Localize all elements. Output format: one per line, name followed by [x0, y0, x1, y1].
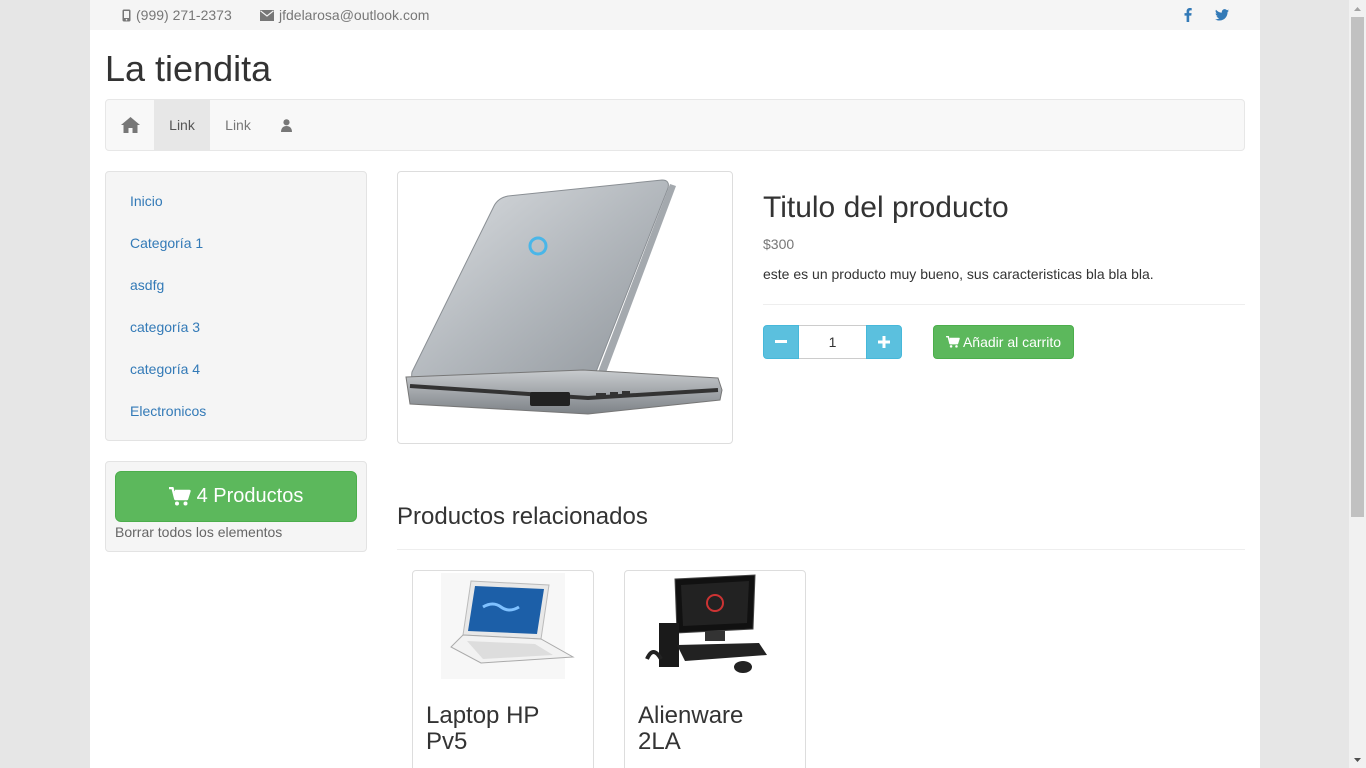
- email-address: jfdelarosa@outlook.com: [279, 7, 430, 23]
- phone-number: (999) 271-2373: [136, 7, 232, 23]
- divider: [397, 549, 1245, 550]
- nav-link-active[interactable]: Link: [154, 100, 210, 150]
- sidebar-item-inicio[interactable]: Inicio: [130, 193, 163, 209]
- sidebar-item-categoria-4[interactable]: categoría 4: [130, 361, 200, 377]
- phone-icon: [122, 9, 131, 21]
- minus-icon: [775, 340, 787, 343]
- scroll-up-arrow-icon[interactable]: [1349, 0, 1366, 17]
- page: (999) 271-2373 jfdelarosa@outlook.com La…: [90, 0, 1260, 768]
- quantity-decrease-button[interactable]: [763, 325, 799, 359]
- facebook-icon[interactable]: [1178, 7, 1198, 23]
- site-brand[interactable]: La tiendita: [105, 49, 271, 89]
- clear-cart-link[interactable]: Borrar todos los elementos: [115, 524, 282, 540]
- email-contact: jfdelarosa@outlook.com: [260, 7, 429, 23]
- related-product-name: Alienware 2LA: [638, 702, 744, 755]
- vertical-scrollbar[interactable]: [1349, 0, 1366, 768]
- add-to-cart-button[interactable]: Añadir al carrito: [933, 325, 1074, 359]
- related-product-card[interactable]: Laptop HP Pv5: [412, 570, 594, 768]
- related-products-title: Productos relacionados: [397, 503, 648, 530]
- cart-button[interactable]: 4 Productos: [115, 471, 357, 522]
- cart-summary: 4 Productos Borrar todos los elementos: [105, 461, 367, 552]
- category-sidebar: Inicio Categoría 1 asdfg categoría 3 cat…: [105, 171, 367, 441]
- user-icon: [280, 118, 292, 132]
- quantity-increase-button[interactable]: [866, 325, 902, 359]
- quantity-input[interactable]: [799, 325, 866, 359]
- phone-contact: (999) 271-2373: [122, 7, 232, 23]
- scrollbar-thumb[interactable]: [1351, 17, 1364, 517]
- sidebar-item-categoria-1[interactable]: Categoría 1: [130, 235, 203, 251]
- scroll-down-arrow-icon[interactable]: [1349, 751, 1366, 768]
- related-product-image: [423, 573, 583, 679]
- add-to-cart-label: Añadir al carrito: [962, 334, 1062, 350]
- product-title: Titulo del producto: [763, 191, 1009, 224]
- divider: [763, 304, 1245, 305]
- nav-home[interactable]: [106, 100, 154, 150]
- home-icon: [120, 117, 140, 133]
- twitter-icon[interactable]: [1212, 7, 1232, 23]
- related-product-name: Laptop HP Pv5: [426, 702, 539, 755]
- sidebar-item-categoria-3[interactable]: categoría 3: [130, 319, 200, 335]
- nav-user[interactable]: [266, 100, 306, 150]
- shopping-cart-icon: [168, 487, 191, 506]
- plus-icon: [878, 336, 890, 348]
- product-price: $300: [763, 236, 795, 252]
- product-image: [397, 171, 733, 444]
- product-description: este es un producto muy bueno, sus carac…: [763, 266, 1154, 282]
- sidebar-item-asdfg[interactable]: asdfg: [130, 277, 164, 293]
- envelope-icon: [260, 9, 274, 21]
- nav-link[interactable]: Link: [210, 100, 266, 150]
- shopping-cart-icon: [946, 336, 960, 348]
- navbar: Link Link: [105, 99, 1245, 151]
- top-bar: (999) 271-2373 jfdelarosa@outlook.com: [90, 0, 1260, 30]
- sidebar-item-electronicos[interactable]: Electronicos: [130, 403, 206, 419]
- related-product-image: [635, 573, 795, 679]
- cart-button-label: 4 Productos: [196, 485, 304, 507]
- related-product-card[interactable]: Alienware 2LA: [624, 570, 806, 768]
